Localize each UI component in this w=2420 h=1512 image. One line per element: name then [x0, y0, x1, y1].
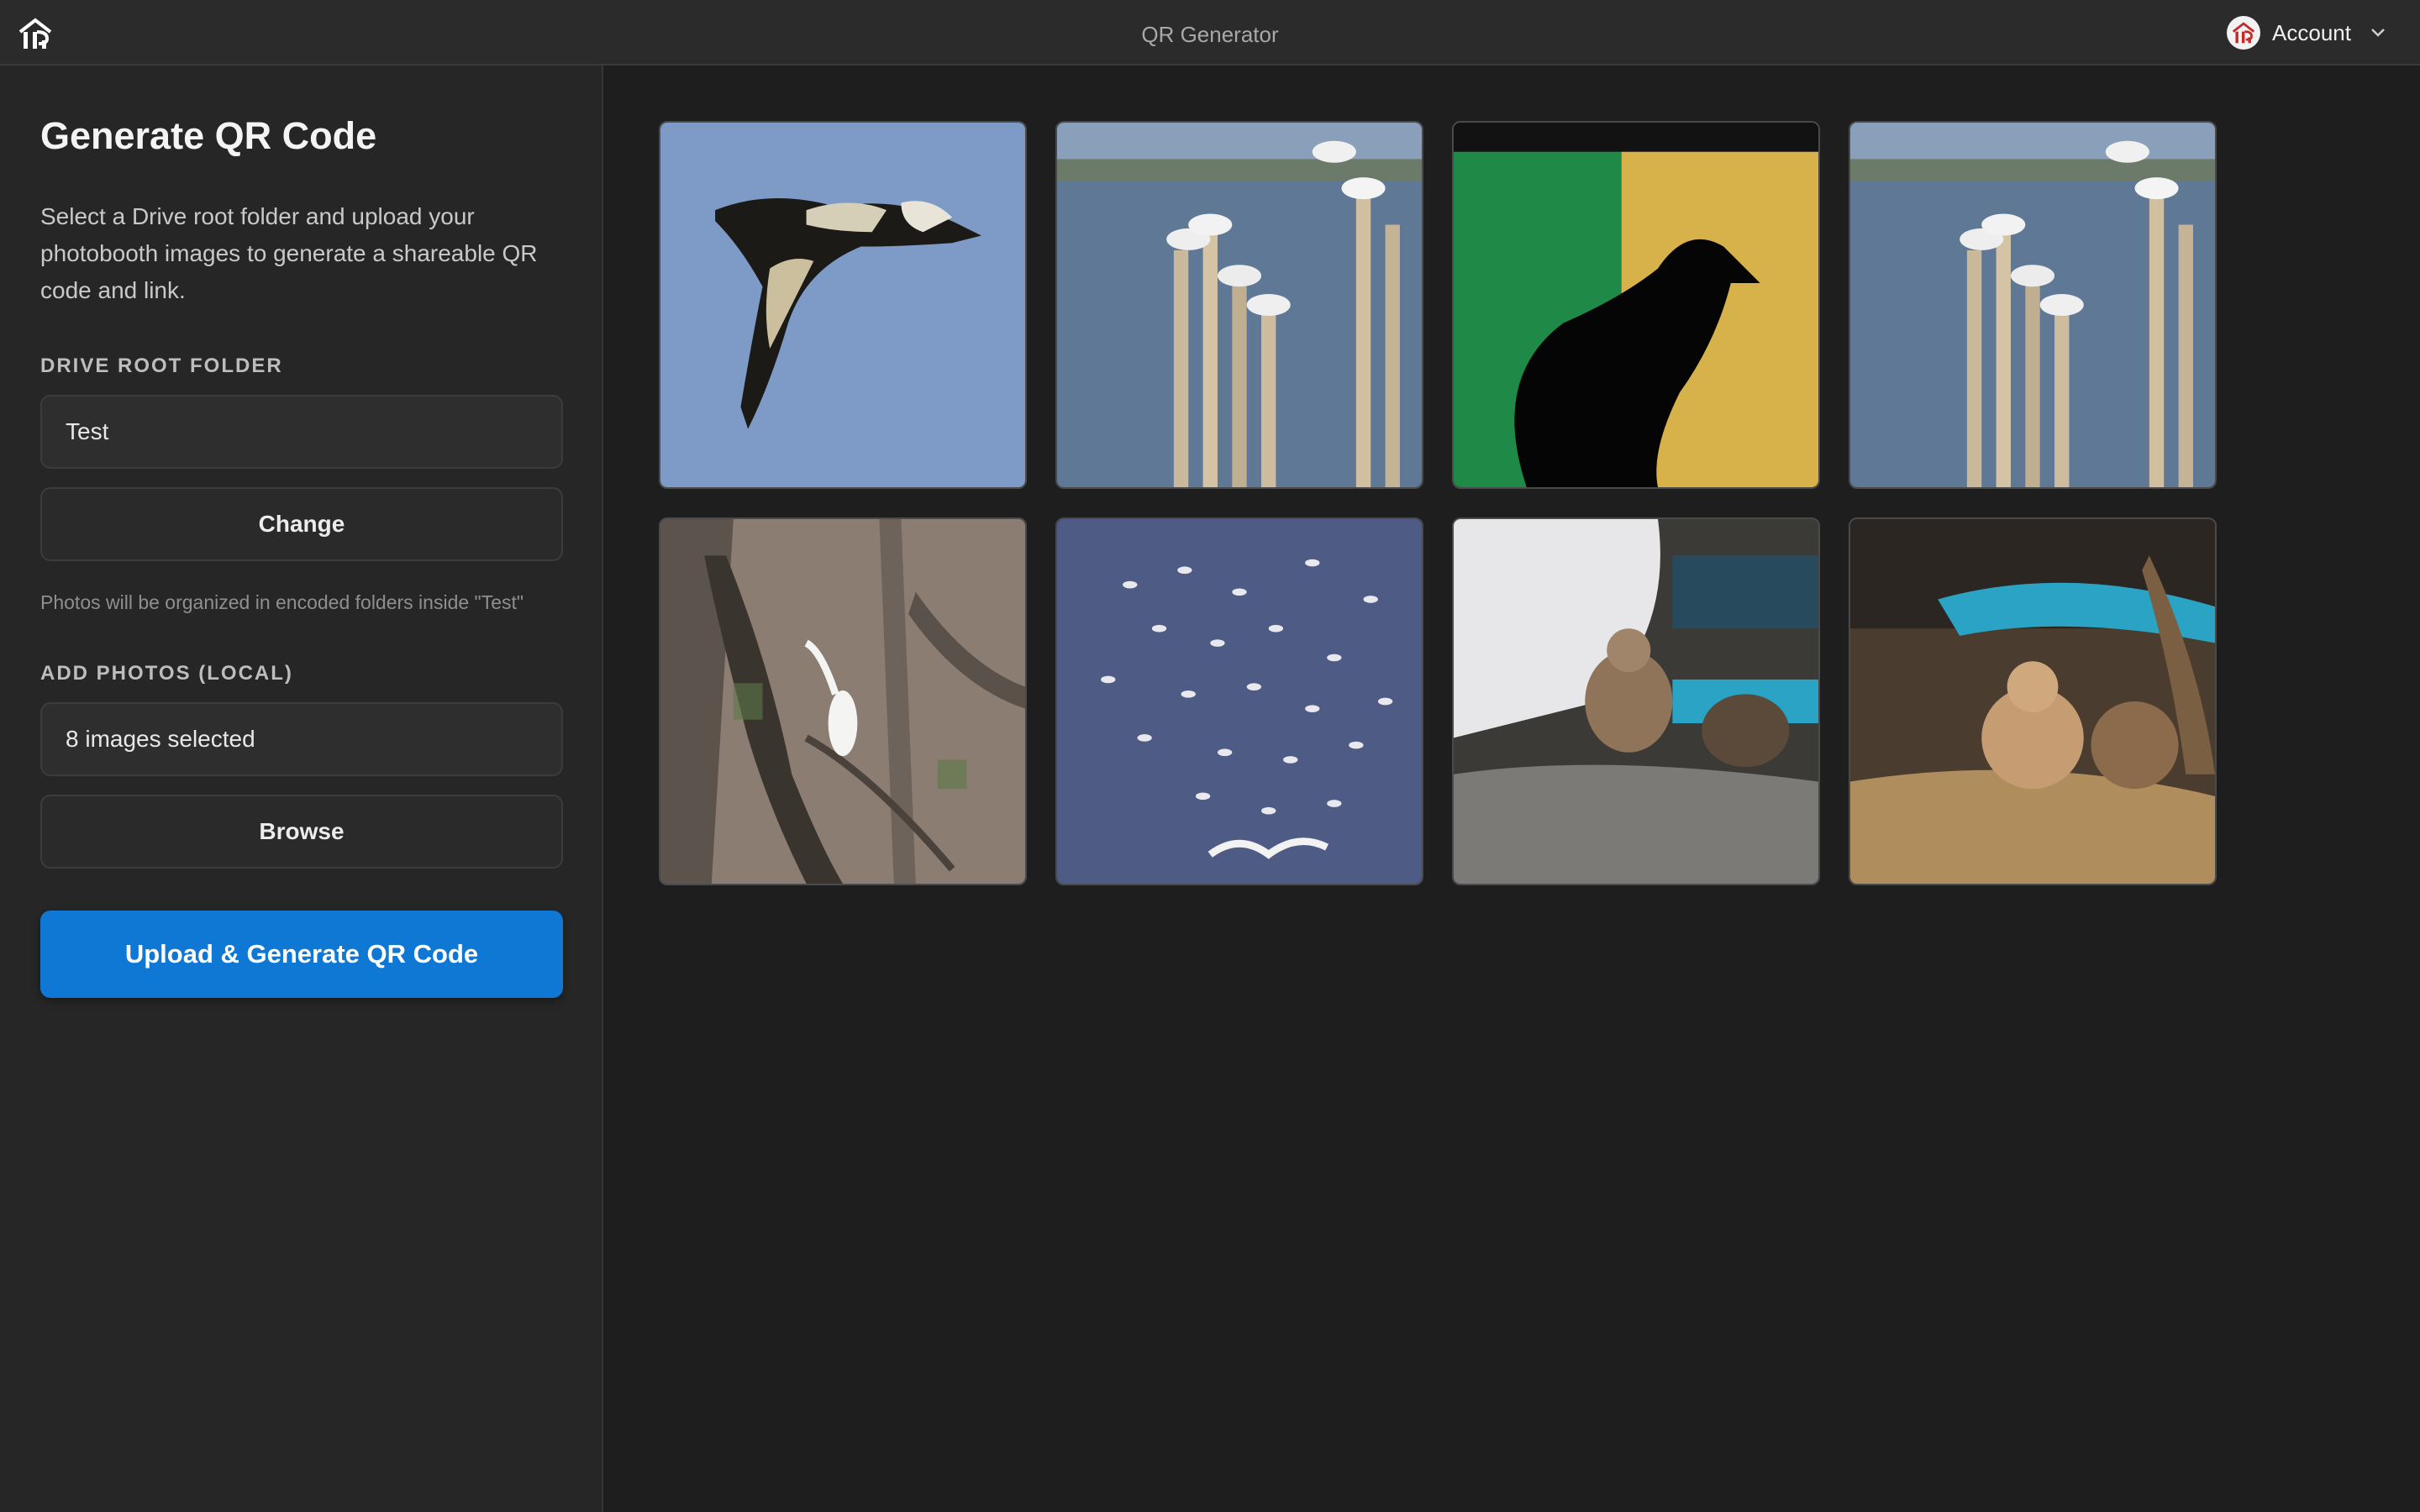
upload-generate-button[interactable]: Upload & Generate QR Code [40, 911, 563, 998]
bird-silhouette-image [1454, 123, 1818, 487]
sidebar: Generate QR Code Select a Drive root fol… [0, 66, 603, 1512]
description: Select a Drive root folder and upload yo… [40, 203, 538, 303]
add-photos-label: ADD PHOTOS (LOCAL) [40, 662, 293, 685]
change-button[interactable]: Change [40, 487, 563, 561]
gallery-image[interactable] [1849, 121, 2217, 489]
gallery-image[interactable] [1849, 517, 2217, 885]
drive-root-folder-field[interactable]: Test [40, 395, 563, 469]
chicks-nest-image [1850, 519, 2215, 884]
gallery-image[interactable] [659, 121, 1027, 489]
gallery-image[interactable] [1055, 517, 1423, 885]
folder-hint: Photos will be organized in encoded fold… [40, 591, 524, 613]
gull-flock-image [1057, 519, 1422, 884]
egret-branches-image [660, 519, 1025, 884]
page-title: Generate QR Code [40, 114, 377, 157]
gallery-image[interactable] [659, 517, 1027, 885]
gallery-image[interactable] [1452, 517, 1820, 885]
account-menu[interactable]: Account [2227, 13, 2386, 52]
gallery-image[interactable] [1055, 121, 1423, 489]
app-title: QR Generator [1141, 22, 1279, 47]
chick-rock-image [1454, 519, 1818, 884]
avatar [2227, 16, 2261, 50]
photos-selected-field[interactable]: 8 images selected [40, 702, 563, 776]
gulls-posts-image [1850, 123, 2215, 487]
gallery-image[interactable] [1452, 121, 1820, 489]
chevron-down-icon [2371, 29, 2385, 37]
browse-button[interactable]: Browse [40, 795, 563, 869]
bird-flight-image [660, 123, 1025, 487]
drive-root-folder-label: DRIVE ROOT FOLDER [40, 354, 283, 377]
house-logo-icon [2232, 22, 2255, 44]
title-bar: QR Generator Account [0, 0, 2420, 66]
account-label: Account [2272, 19, 2351, 45]
gulls-posts-image [1057, 123, 1422, 487]
